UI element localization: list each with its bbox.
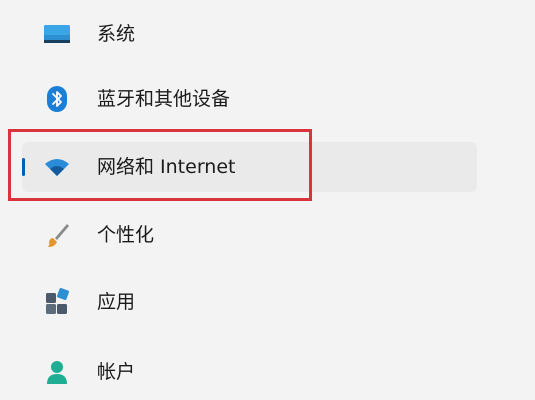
nav-item-bluetooth-devices[interactable]: 蓝牙和其他设备 bbox=[22, 74, 477, 124]
nav-item-label: 应用 bbox=[97, 291, 136, 313]
nav-item-label: 蓝牙和其他设备 bbox=[97, 88, 231, 110]
nav-item-label: 网络和 Internet bbox=[97, 156, 236, 178]
nav-item-personalization[interactable]: 个性化 bbox=[22, 210, 477, 260]
wifi-icon bbox=[41, 151, 73, 183]
bluetooth-icon bbox=[41, 83, 73, 115]
nav-item-network-internet[interactable]: 网络和 Internet bbox=[22, 142, 477, 192]
nav-item-label: 系统 bbox=[97, 23, 136, 45]
selection-indicator bbox=[22, 158, 25, 176]
apps-icon bbox=[41, 286, 73, 318]
settings-nav-list: 系统 蓝牙和其他设备 网络和 Internet 个性化 应用 帐户 bbox=[0, 0, 535, 400]
nav-item-system[interactable]: 系统 bbox=[22, 9, 477, 59]
monitor-icon bbox=[41, 18, 73, 50]
account-icon bbox=[41, 356, 73, 388]
nav-item-label: 帐户 bbox=[97, 361, 136, 383]
nav-item-apps[interactable]: 应用 bbox=[22, 277, 477, 327]
paintbrush-icon bbox=[41, 219, 73, 251]
nav-item-label: 个性化 bbox=[97, 224, 155, 246]
nav-item-accounts[interactable]: 帐户 bbox=[22, 347, 477, 397]
